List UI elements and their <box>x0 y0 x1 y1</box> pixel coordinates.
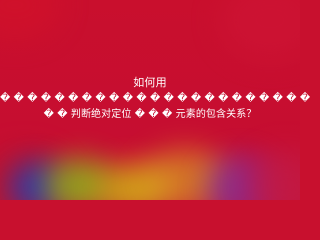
message-line-2: � � 判断绝对定位 � � � 元素的包含关系？ <box>43 109 257 120</box>
message: 如何用 � � � � � � � � � � � � � � � � � � … <box>0 76 311 123</box>
message-line-1: � � � � � � � � � � � � � � � � � � � � … <box>0 93 311 104</box>
message-title: 如何用 <box>133 76 167 89</box>
